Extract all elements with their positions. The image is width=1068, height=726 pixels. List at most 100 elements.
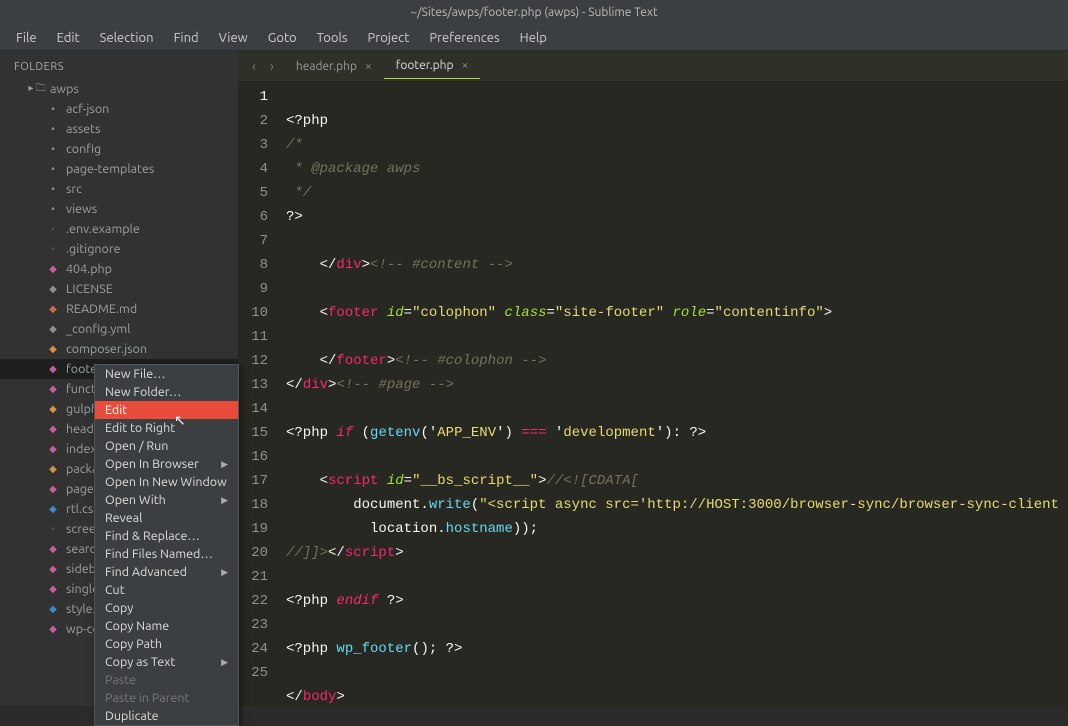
tree-item-_config-yml[interactable]: ◆_config.yml: [0, 319, 238, 339]
tree-item-label: .gitignore: [66, 242, 120, 256]
cm-reveal[interactable]: Reveal: [95, 509, 238, 527]
nav-fwd-icon[interactable]: ›: [270, 58, 274, 74]
tree-item-views[interactable]: ▪views: [0, 199, 238, 219]
menu-tools[interactable]: Tools: [307, 27, 358, 49]
cm-open-run[interactable]: Open / Run: [95, 437, 238, 455]
cm-label: Paste: [105, 673, 136, 688]
file-icon: ◆: [46, 422, 60, 436]
tree-item-page-templates[interactable]: ▪ page-templates: [0, 159, 238, 179]
cm-find-advanced[interactable]: Find Advanced▶: [95, 563, 238, 581]
folder-icon: ▪: [46, 162, 60, 176]
menu-help[interactable]: Help: [510, 27, 557, 49]
cm-edit-to-right[interactable]: Edit to Right: [95, 419, 238, 437]
tab-header-php[interactable]: header.php ×: [284, 54, 384, 79]
menubar: File Edit Selection Find View Goto Tools…: [0, 25, 1068, 51]
tree-item-config[interactable]: ▪config: [0, 139, 238, 159]
folder-open-icon: ▸ 🗀: [30, 82, 44, 96]
tree-item-label: acf-json: [66, 102, 109, 116]
file-icon: ◆: [46, 262, 60, 276]
cm-label: Find & Replace…: [105, 529, 200, 544]
file-icon: ◆: [46, 462, 60, 476]
file-icon: ◆: [46, 582, 60, 596]
file-icon: ◆: [46, 502, 60, 516]
cm-label: Copy Path: [105, 637, 162, 652]
cm-label: Edit to Right: [105, 421, 175, 436]
menu-selection[interactable]: Selection: [90, 27, 164, 49]
cm-new-file-[interactable]: New File…: [95, 365, 238, 383]
folder-icon: ▪: [46, 182, 60, 196]
menu-edit[interactable]: Edit: [47, 27, 90, 49]
tree-item-label: 404.php: [66, 262, 112, 276]
file-icon: ◆: [46, 282, 60, 296]
cm-label: Open In Browser: [105, 457, 199, 472]
file-icon: ◆: [46, 382, 60, 396]
tree-item-label: scree: [66, 522, 96, 536]
tree-item-404-php[interactable]: ◆ 404.php: [0, 259, 238, 279]
close-icon[interactable]: ×: [365, 60, 372, 73]
menu-preferences[interactable]: Preferences: [419, 27, 509, 49]
tree-item--env-example[interactable]: ◦ .env.example: [0, 219, 238, 239]
cm-copy-path[interactable]: Copy Path: [95, 635, 238, 653]
code-area[interactable]: 1234567891011121314151617181920212223242…: [238, 81, 1068, 706]
file-icon: ◆: [46, 402, 60, 416]
file-icon: ◆: [46, 482, 60, 496]
tree-item-composer-json[interactable]: ◆composer.json: [0, 339, 238, 359]
cm-label: New File…: [105, 367, 166, 382]
cm-new-folder-[interactable]: New Folder…: [95, 383, 238, 401]
file-icon: ◆: [46, 322, 60, 336]
file-icon: ◆: [46, 302, 60, 316]
cm-label: Open In New Window: [105, 475, 227, 490]
cm-copy-name[interactable]: Copy Name: [95, 617, 238, 635]
file-icon: ◆: [46, 442, 60, 456]
tabbar: ‹ › header.php × footer.php ×: [238, 51, 1068, 81]
menu-goto[interactable]: Goto: [258, 27, 307, 49]
file-icon: ◦: [46, 222, 60, 236]
cm-open-in-browser[interactable]: Open In Browser▶: [95, 455, 238, 473]
file-icon: ◆: [46, 622, 60, 636]
nav-back-icon[interactable]: ‹: [252, 58, 256, 74]
cm-find-replace-[interactable]: Find & Replace…: [95, 527, 238, 545]
tree-item-label: .env.example: [66, 222, 140, 236]
cm-edit[interactable]: Edit: [95, 401, 238, 419]
cm-cut[interactable]: Cut: [95, 581, 238, 599]
tree-item-label: config: [66, 142, 101, 156]
cm-label: New Folder…: [105, 385, 181, 400]
menu-project[interactable]: Project: [358, 27, 420, 49]
cm-find-files-named-[interactable]: Find Files Named…: [95, 545, 238, 563]
editor: ‹ › header.php × footer.php × 1234567891…: [238, 51, 1068, 706]
code-content[interactable]: <?php /* * @package awps */ ?> </div><!-…: [276, 81, 1068, 706]
close-icon[interactable]: ×: [462, 59, 469, 72]
file-icon: ◆: [46, 542, 60, 556]
tree-item-label: page-templates: [66, 162, 154, 176]
file-icon: ◆: [46, 362, 60, 376]
menu-find[interactable]: Find: [164, 27, 209, 49]
cm-label: Edit: [105, 403, 127, 418]
cm-label: Paste in Parent: [105, 691, 189, 706]
tree-root[interactable]: ▸ 🗀 awps: [0, 79, 238, 99]
cm-duplicate[interactable]: Duplicate: [95, 707, 238, 725]
tab-footer-php[interactable]: footer.php ×: [384, 53, 481, 79]
cm-label: Copy Name: [105, 619, 169, 634]
tree-item-acf-json[interactable]: ▪ acf-json: [0, 99, 238, 119]
menu-view[interactable]: View: [209, 27, 258, 49]
tree-item-LICENSE[interactable]: ◆LICENSE: [0, 279, 238, 299]
tree-item--gitignore[interactable]: ◦.gitignore: [0, 239, 238, 259]
tree-item-README-md[interactable]: ◆README.md: [0, 299, 238, 319]
folder-icon: ▪: [46, 102, 60, 116]
tree-item-assets[interactable]: ▪assets: [0, 119, 238, 139]
gutter: 1234567891011121314151617181920212223242…: [238, 81, 276, 706]
cm-open-with[interactable]: Open With▶: [95, 491, 238, 509]
tree-item-label: views: [66, 202, 97, 216]
cm-copy[interactable]: Copy: [95, 599, 238, 617]
file-icon: ◆: [46, 342, 60, 356]
cm-open-in-new-window[interactable]: Open In New Window: [95, 473, 238, 491]
tree-root-label: awps: [50, 82, 79, 96]
sidebar-heading: FOLDERS: [0, 57, 238, 79]
cm-copy-as-text[interactable]: Copy as Text▶: [95, 653, 238, 671]
tree-item-src[interactable]: ▪src: [0, 179, 238, 199]
tab-label: footer.php: [396, 59, 454, 72]
cm-label: Copy as Text: [105, 655, 175, 670]
folder-icon: ▪: [46, 122, 60, 136]
menu-file[interactable]: File: [6, 27, 47, 49]
cm-label: Open / Run: [105, 439, 168, 454]
